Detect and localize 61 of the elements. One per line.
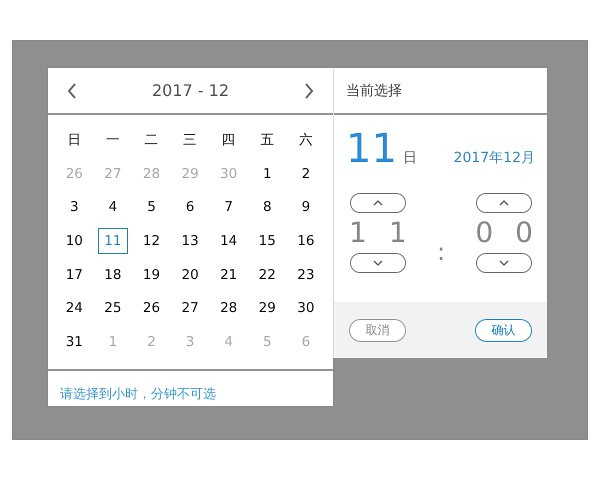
confirm-button[interactable]: 确认 <box>475 318 532 342</box>
day-cell[interactable]: 26 <box>136 295 166 322</box>
day-cell[interactable]: 19 <box>136 262 166 288</box>
day-cell[interactable]: 15 <box>252 228 282 254</box>
day-cell[interactable]: 13 <box>175 228 206 254</box>
weekday-label: 四 <box>220 130 237 150</box>
weekday-label: 一 <box>104 130 121 150</box>
month-title: 2017 - 12 <box>152 81 230 100</box>
day-cell[interactable]: 27 <box>175 295 206 322</box>
day-unit: 日 <box>402 149 417 167</box>
day-cell[interactable]: 31 <box>59 328 90 355</box>
day-cell[interactable]: 7 <box>214 194 244 220</box>
hour-down-button[interactable] <box>350 253 406 273</box>
minute-digit: 0 <box>475 217 494 249</box>
minute-digit: 0 <box>515 217 533 249</box>
previous-month-button[interactable] <box>66 82 78 100</box>
day-cell[interactable]: 9 <box>290 194 321 220</box>
minute-down-button[interactable] <box>476 253 532 273</box>
weekday-label: 二 <box>143 130 160 150</box>
caret-up-icon <box>372 200 383 206</box>
day-cell[interactable]: 2 <box>290 160 321 187</box>
weekday-label: 日 <box>66 130 82 150</box>
weekday-label: 六 <box>298 130 314 150</box>
hour-up-button[interactable] <box>350 193 406 213</box>
day-cell[interactable]: 16 <box>290 228 321 254</box>
time-separator: : <box>436 236 446 268</box>
selected-year-month: 2017年12月 <box>454 149 535 167</box>
next-month-button[interactable] <box>303 82 315 100</box>
selected-day: 11 <box>346 129 397 169</box>
day-cell[interactable]: 8 <box>252 194 282 220</box>
caret-down-icon <box>372 260 383 266</box>
caret-up-icon <box>499 200 510 206</box>
day-cell[interactable]: 22 <box>252 262 282 288</box>
hour-digit: 1 <box>388 217 407 249</box>
day-cell[interactable]: 24 <box>59 295 90 322</box>
day-cell[interactable]: 14 <box>214 228 244 254</box>
day-cell[interactable]: 29 <box>252 295 282 322</box>
day-cell[interactable]: 30 <box>290 295 321 322</box>
day-cell[interactable]: 5 <box>136 194 166 220</box>
day-cell[interactable]: 17 <box>59 262 90 288</box>
weekday-label: 三 <box>182 130 198 150</box>
hint-text: 请选择到小时，分钟不可选 <box>60 386 216 402</box>
panel-title: 当前选择 <box>346 82 402 100</box>
day-cell[interactable]: 1 <box>252 160 282 187</box>
day-cell[interactable]: 10 <box>59 228 90 254</box>
day-cell[interactable]: 28 <box>214 295 244 322</box>
day-cell[interactable]: 3 <box>59 194 90 220</box>
day-cell[interactable]: 6 <box>175 194 206 220</box>
day-cell[interactable]: 20 <box>175 262 206 288</box>
day-cell[interactable]: 11 <box>98 228 128 254</box>
cancel-button[interactable]: 取消 <box>349 318 406 342</box>
day-cell[interactable]: 23 <box>290 262 321 288</box>
day-cell[interactable]: 12 <box>136 228 166 254</box>
day-cell[interactable]: 25 <box>98 295 128 322</box>
caret-down-icon <box>499 260 510 266</box>
hour-digit: 1 <box>349 217 367 249</box>
day-cell[interactable]: 4 <box>98 194 128 220</box>
weekday-label: 五 <box>259 130 276 150</box>
day-cell[interactable]: 21 <box>214 262 244 288</box>
minute-up-button[interactable] <box>476 193 532 213</box>
day-cell[interactable]: 18 <box>98 262 128 288</box>
